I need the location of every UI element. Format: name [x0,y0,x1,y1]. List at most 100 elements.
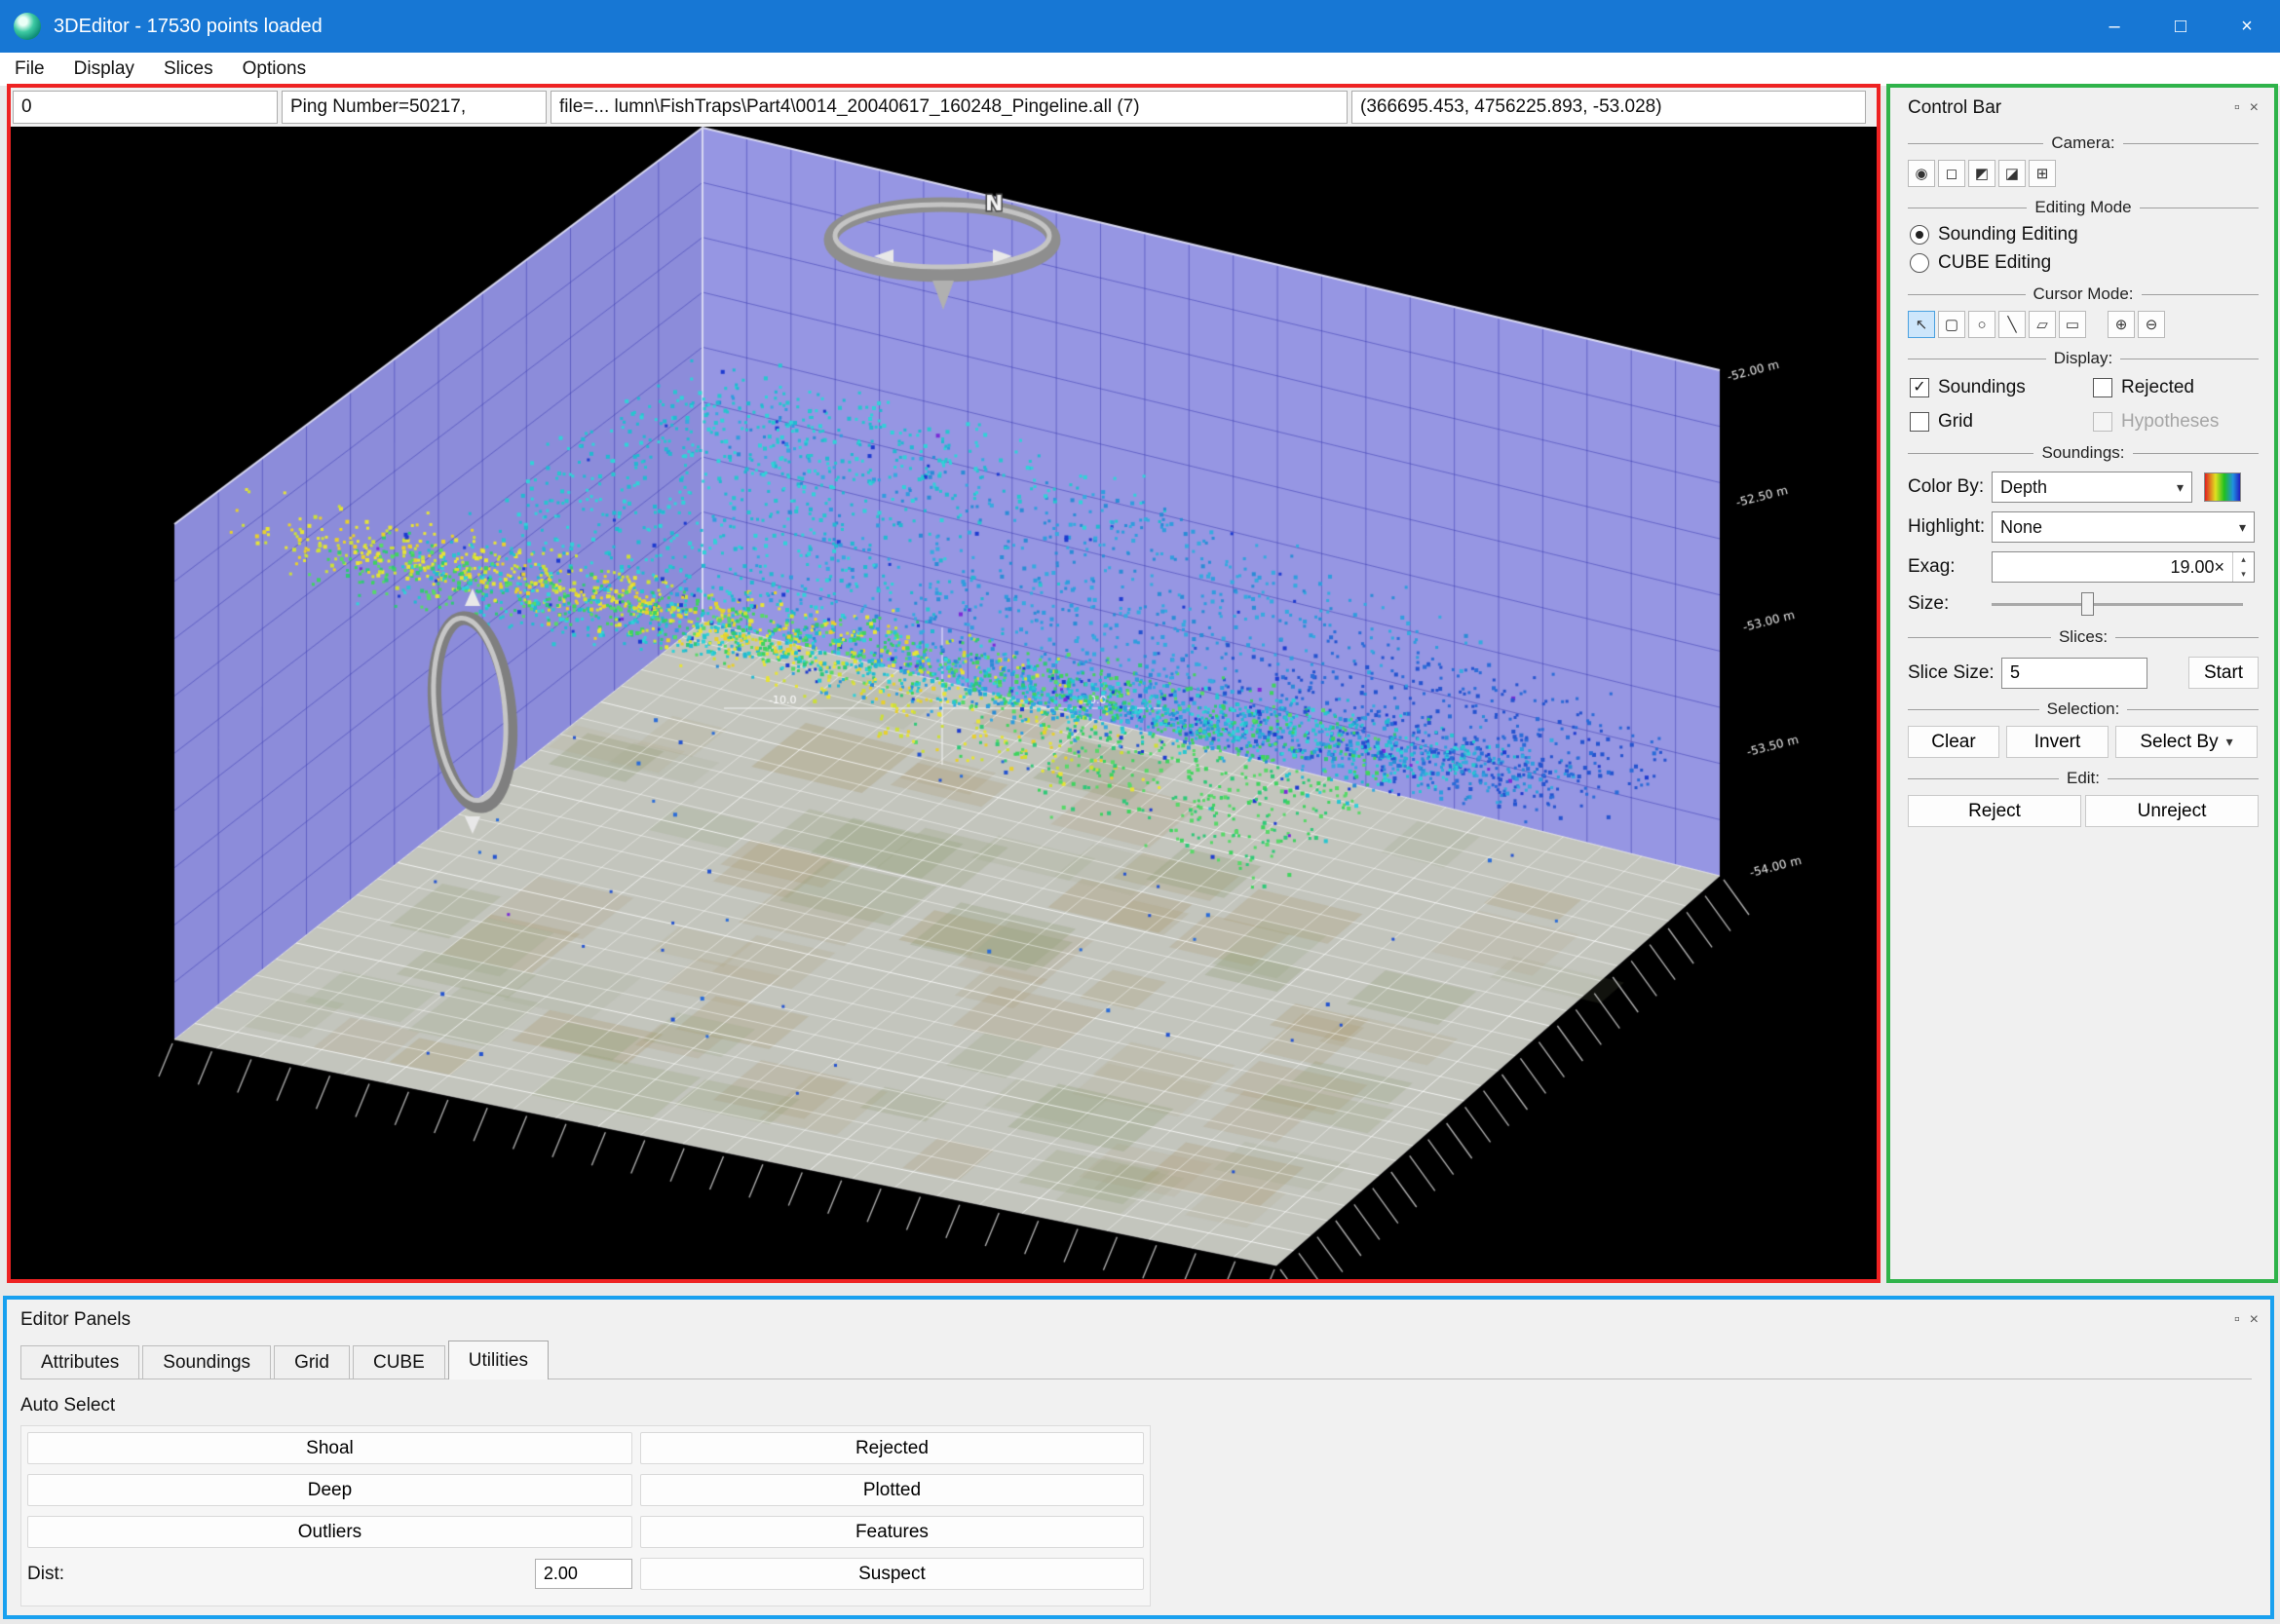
hypotheses-checkbox: Hypotheses [2093,411,2259,433]
control-bar-title: Control Bar [1908,97,2001,119]
display-section-label: Display: [1908,349,2259,368]
features-button[interactable]: Features [640,1516,1144,1548]
camera-iso-view-button[interactable]: ◪ [1998,160,2026,187]
checkbox-icon [2093,378,2112,397]
slice-size-label: Slice Size: [1908,662,2001,684]
line-select-button[interactable]: ╲ [1998,311,2026,338]
checkbox-icon [2093,412,2112,432]
sounding-editing-radio[interactable]: Sounding Editing [1910,224,2259,245]
size-label: Size: [1908,593,1992,615]
select-remove-button[interactable]: ⊖ [2138,311,2165,338]
size-slider[interactable] [1992,591,2243,617]
highlight-label: Highlight: [1908,516,1992,538]
slice-size-input[interactable] [2001,658,2147,689]
plotted-button[interactable]: Plotted [640,1474,1144,1506]
chevron-down-icon: ▾ [2177,479,2184,496]
window-title: 3DEditor - 17530 points loaded [54,16,323,38]
status-ping-number: Ping Number=50217, [282,91,547,124]
select-by-button[interactable]: Select By ▾ [2115,726,2258,758]
deep-button[interactable]: Deep [27,1474,632,1506]
clear-button[interactable]: Clear [1908,726,1999,758]
unreject-button[interactable]: Unreject [2085,795,2259,827]
cursor-mode-section-label: Cursor Mode: [1908,284,2259,304]
viewport-frame: 0 Ping Number=50217, file=... lumn\FishT… [7,84,1881,1283]
status-file-path: file=... lumn\FishTraps\Part4\0014_20040… [551,91,1348,124]
color-by-dropdown[interactable]: Depth ▾ [1992,472,2192,503]
highlight-dropdown[interactable]: None ▾ [1992,511,2255,543]
app-icon [14,13,41,40]
grid-checkbox[interactable]: Grid [1910,411,2093,433]
tab-attributes[interactable]: Attributes [20,1345,139,1379]
camera-front-view-button[interactable]: ◻ [1938,160,1965,187]
close-panel-icon[interactable]: × [2250,1311,2259,1329]
menu-file[interactable]: File [0,53,59,86]
soundings-checkbox[interactable]: ✓ Soundings [1910,377,2093,398]
3d-point-cloud-view[interactable] [11,127,1877,1279]
auto-select-group: Shoal Deep Outliers Dist: Rejected Plott… [20,1425,1151,1606]
checkbox-icon: ✓ [1910,378,1929,397]
shoal-button[interactable]: Shoal [27,1432,632,1464]
camera-toolbar: ◉ ◻ ◩ ◪ ⊞ [1908,160,2259,187]
color-scale-button[interactable] [2204,472,2241,502]
start-button[interactable]: Start [2188,657,2259,689]
spin-down-icon[interactable]: ▾ [2233,567,2254,582]
status-strip: 0 Ping Number=50217, file=... lumn\FishT… [11,88,1877,127]
dist-label: Dist: [27,1564,64,1585]
rejected-button[interactable]: Rejected [640,1432,1144,1464]
menu-bar: File Display Slices Options [0,53,2280,86]
editor-panels-frame: Editor Panels ▫ × Attributes Soundings G… [3,1296,2274,1619]
suspect-button[interactable]: Suspect [640,1558,1144,1590]
status-coordinates: (366695.453, 4756225.893, -53.028) [1351,91,1866,124]
exag-label: Exag: [1908,556,1992,578]
tab-soundings[interactable]: Soundings [142,1345,271,1379]
edit-section-label: Edit: [1908,769,2259,788]
camera-zoom-button[interactable]: ⊞ [2029,160,2056,187]
selection-section-label: Selection: [1908,699,2259,719]
rejected-checkbox[interactable]: Rejected [2093,377,2259,398]
chevron-down-icon: ▾ [2226,734,2233,750]
float-panel-icon[interactable]: ▫ [2234,99,2240,117]
display-checkboxes: ✓ Soundings Rejected Grid Hypotheses [1910,377,2259,433]
title-bar: 3DEditor - 17530 points loaded – □ × [0,0,2280,53]
menu-display[interactable]: Display [59,53,149,86]
plane-select-button[interactable]: ▭ [2059,311,2086,338]
slider-track [1992,603,2243,606]
editor-tabs: Attributes Soundings Grid CUBE Utilities [20,1341,2259,1379]
menu-options[interactable]: Options [228,53,321,86]
auto-select-label: Auto Select [20,1395,2259,1416]
slices-section-label: Slices: [1908,627,2259,647]
spinner-arrows[interactable]: ▴ ▾ [2232,552,2254,582]
float-panel-icon[interactable]: ▫ [2234,1311,2240,1329]
polygon-select-button[interactable]: ▱ [2029,311,2056,338]
minimize-button[interactable]: – [2081,0,2147,53]
outliers-button[interactable]: Outliers [27,1516,632,1548]
camera-trackball-button[interactable]: ◉ [1908,160,1935,187]
tab-cube[interactable]: CUBE [353,1345,445,1379]
editing-mode-section-label: Editing Mode [1908,198,2259,217]
reject-button[interactable]: Reject [1908,795,2081,827]
circle-select-button[interactable]: ○ [1968,311,1995,338]
close-button[interactable]: × [2214,0,2280,53]
checkbox-icon [1910,412,1929,432]
tab-grid[interactable]: Grid [274,1345,350,1379]
dist-input[interactable] [535,1559,632,1589]
caption-buttons: – □ × [2081,0,2280,53]
maximize-button[interactable]: □ [2147,0,2214,53]
color-by-label: Color By: [1908,476,1992,498]
pointer-select-button[interactable]: ↖ [1908,311,1935,338]
tab-utilities[interactable]: Utilities [448,1341,549,1379]
radio-icon [1910,253,1929,273]
slider-thumb[interactable] [2081,592,2094,616]
invert-button[interactable]: Invert [2006,726,2109,758]
menu-slices[interactable]: Slices [149,53,228,86]
cube-editing-radio[interactable]: CUBE Editing [1910,252,2259,274]
radio-icon [1910,225,1929,245]
select-add-button[interactable]: ⊕ [2108,311,2135,338]
camera-side-view-button[interactable]: ◩ [1968,160,1995,187]
exag-spinbox[interactable]: 19.00× ▴ ▾ [1992,551,2255,583]
rectangle-select-button[interactable]: ▢ [1938,311,1965,338]
status-count: 0 [13,91,278,124]
close-panel-icon[interactable]: × [2250,99,2259,117]
spin-up-icon[interactable]: ▴ [2233,552,2254,567]
cursor-mode-toolbar: ↖ ▢ ○ ╲ ▱ ▭ ⊕ ⊖ [1908,311,2259,338]
